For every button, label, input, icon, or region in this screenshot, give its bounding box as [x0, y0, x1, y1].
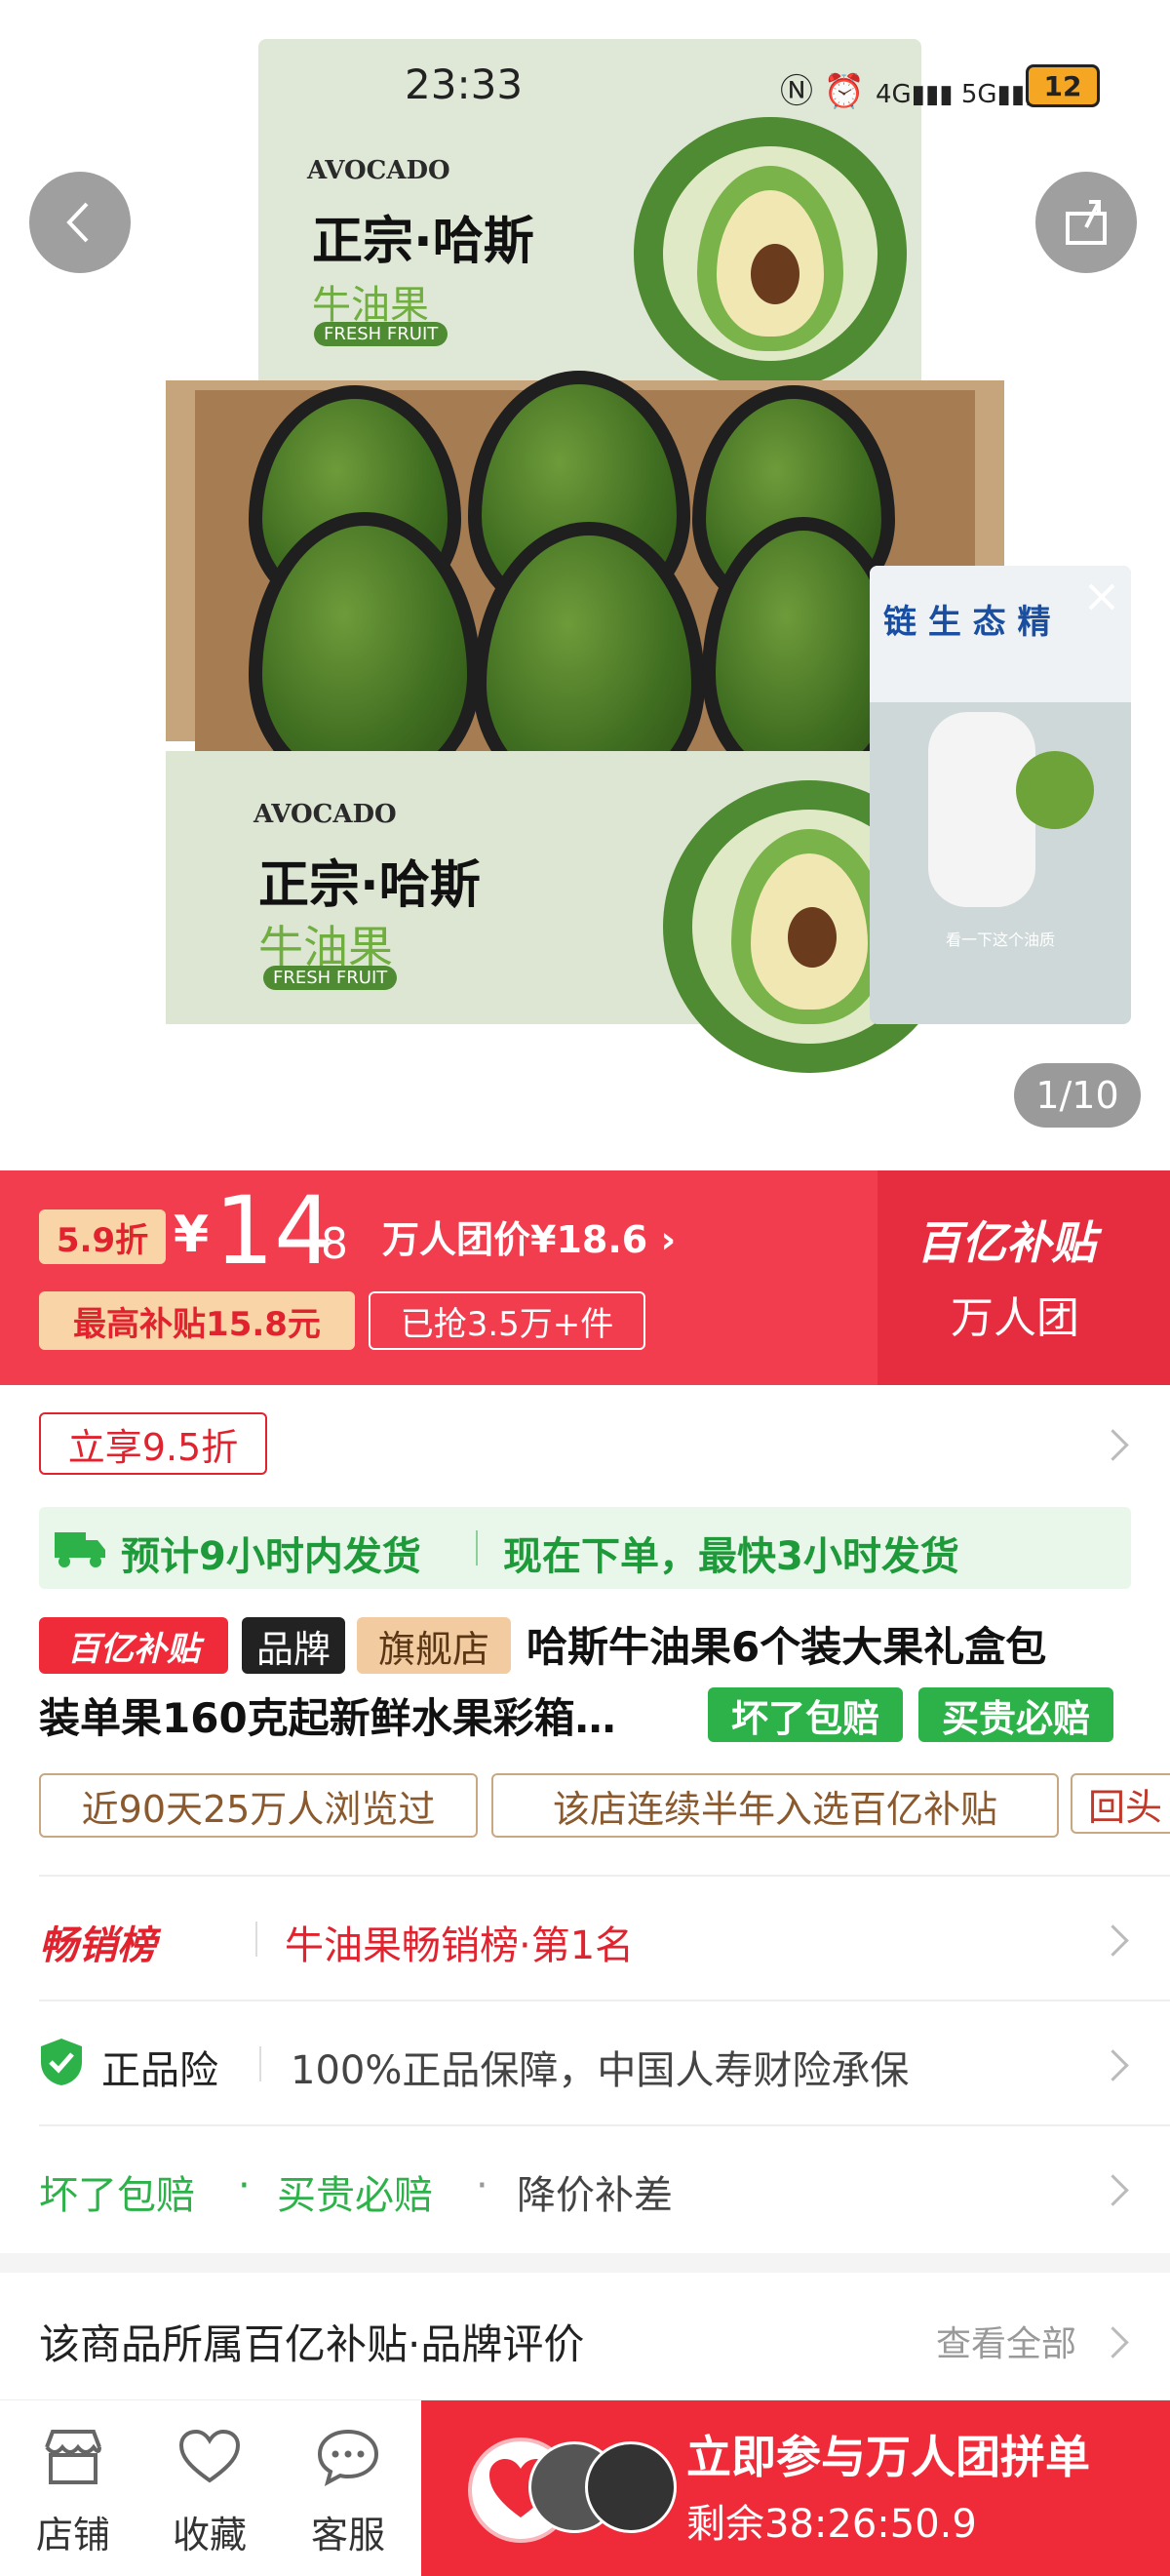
box-brand-top: AVOCADO — [307, 156, 450, 185]
product-title-line2: 装单果160克起新鲜水果彩箱… — [39, 1694, 616, 1742]
flagship-tag: 旗舰店 — [357, 1617, 511, 1674]
brand-review-title: 该商品所属百亿补贴·品牌评价 — [39, 2320, 585, 2368]
favorite-label: 收藏 — [172, 2514, 247, 2556]
group-price-label: 万人团价¥18.6 — [382, 1218, 648, 1261]
service-sep: · — [238, 2163, 251, 2208]
chevron-right-icon: › — [660, 1218, 677, 1261]
discount-badge: 5.9折 — [39, 1209, 166, 1264]
truck-icon — [55, 1532, 105, 1567]
ranking-text: 牛油果畅销榜·第1名 — [285, 1923, 635, 1968]
box-fresh-top: FRESH FRUIT — [314, 322, 448, 346]
store-button[interactable]: 店铺 — [0, 2400, 146, 2576]
product-title-line1: 哈斯牛油果6个装大果礼盒包 — [526, 1623, 1047, 1671]
coupon-tag: 立享9.5折 — [39, 1412, 267, 1475]
shipping-estimate: 预计9小时内发货 — [121, 1534, 421, 1579]
price-banner: 5.9折 ¥ 14 .8 万人团价¥18.6 › 最高补贴15.8元 已抢3.5… — [0, 1170, 1170, 1385]
group-label: 万人团 — [951, 1293, 1079, 1343]
insurance-divider — [259, 2046, 261, 2081]
video-caption: 看一下这个油质 — [945, 931, 1055, 949]
highlight-tag: 近90天25万人浏览过 — [39, 1773, 478, 1838]
box-brand-front: AVOCADO — [254, 800, 397, 829]
shield-check-icon — [41, 2039, 82, 2085]
video-person — [928, 712, 1035, 907]
subsidy-badge: 最高补贴15.8元 — [39, 1291, 355, 1350]
avatar — [585, 2441, 677, 2533]
alarm-icon: ⏰ — [823, 72, 866, 111]
coupon-row[interactable]: 立享9.5折 — [0, 1385, 1170, 1502]
subsidy-brand-panel: 百亿补贴 万人团 — [878, 1170, 1170, 1385]
favorite-button[interactable]: 收藏 — [136, 2400, 283, 2576]
chevron-right-icon — [1097, 2174, 1129, 2206]
ranking-badge: 畅销榜 — [39, 1923, 156, 1968]
services-row[interactable]: 坏了包赔 · 买贵必赔 · 降价补差 — [0, 2126, 1170, 2249]
insurance-label: 正品险 — [101, 2048, 218, 2093]
brand-tag: 品牌 — [242, 1617, 345, 1674]
service-label: 客服 — [310, 2514, 385, 2556]
shipping-divider — [476, 1530, 478, 1565]
bottom-action-bar: 店铺 收藏 客服 立即参与万人团拼单 剩余38:26:50.9 — [0, 2399, 1170, 2576]
insurance-row[interactable]: 正品险 100%正品保障，中国人寿财险承保 — [0, 2001, 1170, 2124]
image-counter: 1/10 — [1014, 1063, 1141, 1128]
service-drop: 降价补差 — [517, 2173, 673, 2218]
chevron-right-icon — [1097, 2049, 1129, 2081]
status-time: 23:33 — [405, 60, 524, 108]
section-gap — [0, 2253, 1170, 2273]
close-icon — [1088, 583, 1115, 611]
subsidy-tag: 百亿补贴 — [39, 1617, 228, 1674]
chevron-left-icon — [66, 202, 89, 243]
chat-icon — [317, 2429, 379, 2486]
status-icons: Ⓝ ⏰ 4G▮▮▮ 5G▮▮▮ — [780, 64, 1038, 112]
video-avocado — [1016, 751, 1094, 829]
chevron-right-icon — [1097, 1429, 1129, 1461]
video-wall-text: 链 生 态 精 — [883, 603, 1051, 642]
share-button[interactable] — [1035, 172, 1137, 273]
chevron-right-icon — [1097, 1924, 1129, 1957]
brand-logo: 百亿补贴 — [916, 1216, 1096, 1269]
ranking-divider — [255, 1922, 257, 1957]
battery-icon: 12 — [1026, 64, 1100, 107]
cta-title: 立即参与万人团拼单 — [686, 2431, 1090, 2483]
store-label: 店铺 — [35, 2514, 110, 2556]
back-button[interactable] — [29, 172, 131, 273]
shipping-banner: 预计9小时内发货 现在下单，最快3小时发货 — [39, 1507, 1131, 1589]
avocado-pit — [788, 907, 837, 968]
price-currency: ¥ — [174, 1206, 210, 1264]
shipping-fast: 现在下单，最快3小时发货 — [503, 1534, 959, 1579]
box-fresh-front: FRESH FRUIT — [263, 966, 398, 990]
price-decimal: .8 — [307, 1219, 348, 1269]
brand-review-row[interactable]: 该商品所属百亿补贴·品牌评价 查看全部 — [0, 2273, 1170, 2399]
service-sep: · — [476, 2163, 488, 2208]
customer-service-button[interactable]: 客服 — [275, 2400, 421, 2576]
nfc-icon: Ⓝ — [780, 72, 813, 111]
view-all-link[interactable]: 查看全部 — [936, 2316, 1076, 2366]
highlight-tag: 该店连续半年入选百亿补贴 — [491, 1773, 1059, 1838]
join-group-button[interactable]: 立即参与万人团拼单 剩余38:26:50.9 — [421, 2400, 1170, 2576]
highlight-tag: 回头 — [1071, 1773, 1170, 1834]
cta-countdown: 剩余38:26:50.9 — [686, 2502, 977, 2547]
insurance-text: 100%正品保障，中国人寿财险承保 — [291, 2048, 910, 2093]
heart-icon — [178, 2429, 241, 2483]
share-icon — [1066, 200, 1107, 245]
box-title-top: 正宗·哈斯 — [312, 213, 534, 271]
avocado-pit — [751, 244, 800, 304]
store-icon — [45, 2430, 101, 2484]
video-close-button[interactable] — [1082, 577, 1121, 616]
service-broken: 坏了包赔 — [39, 2173, 195, 2218]
service-price: 买贵必赔 — [277, 2173, 433, 2218]
sold-badge: 已抢3.5万+件 — [369, 1291, 645, 1350]
guarantee-price-badge: 买贵必赔 — [918, 1687, 1113, 1742]
guarantee-broken-badge: 坏了包赔 — [708, 1687, 903, 1742]
floating-video[interactable]: 链 生 态 精 看一下这个油质 — [870, 566, 1131, 1024]
chevron-right-icon — [1097, 2326, 1129, 2358]
group-price-link[interactable]: 万人团价¥18.6 › — [382, 1209, 676, 1263]
signal-icon: 4G▮▮▮ 5G▮▮▮ — [875, 80, 1039, 109]
ranking-row[interactable]: 畅销榜 牛油果畅销榜·第1名 — [0, 1877, 1170, 2000]
box-title-front: 正宗·哈斯 — [258, 856, 481, 915]
